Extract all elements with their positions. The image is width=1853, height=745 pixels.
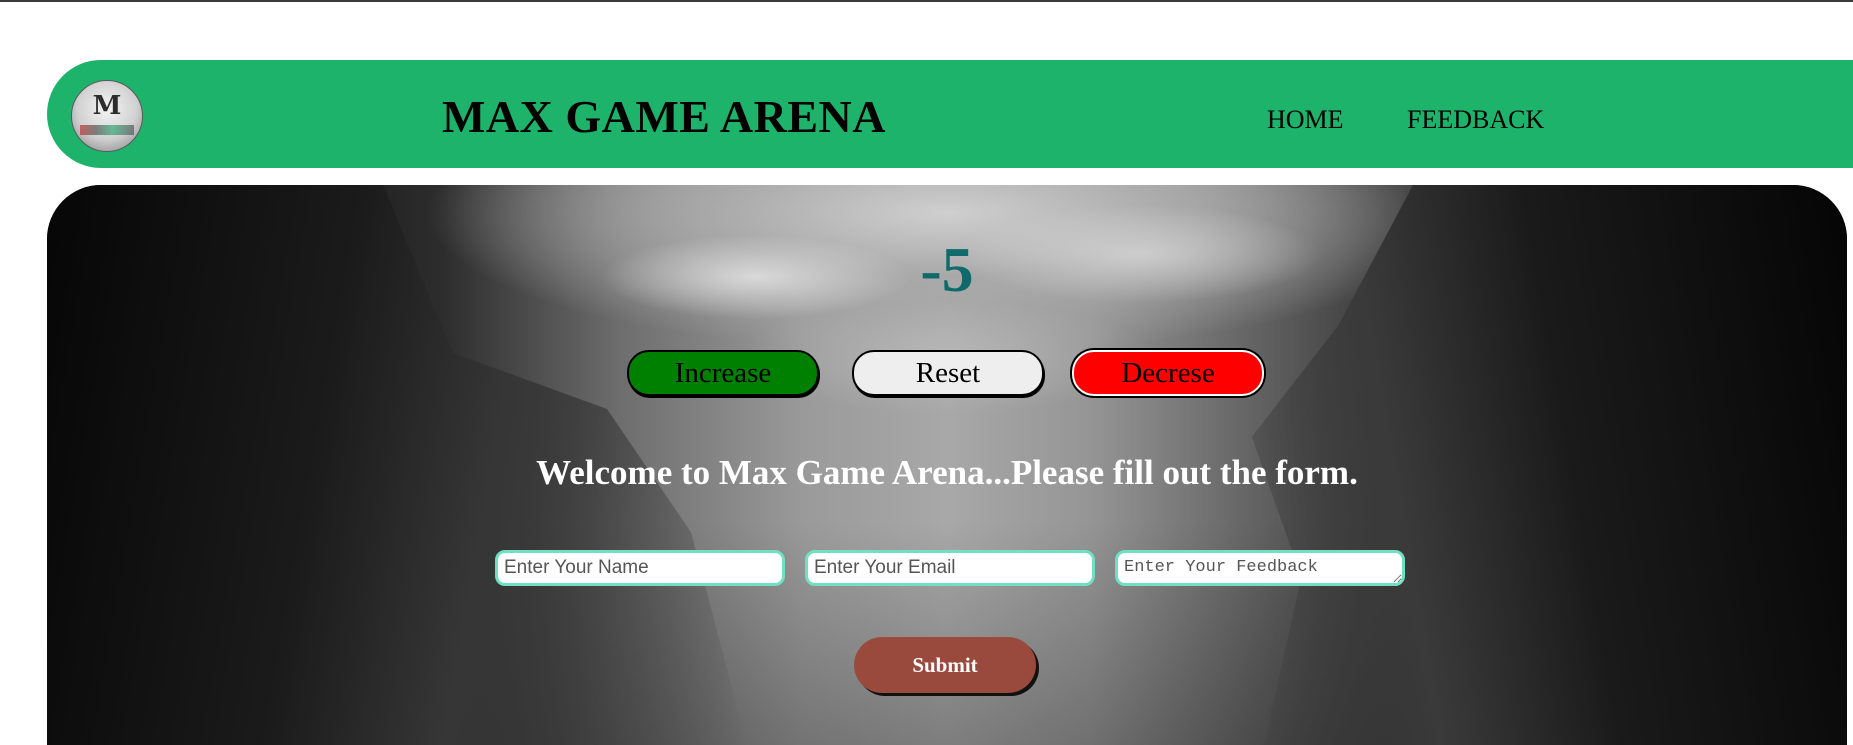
top-border: [0, 0, 1853, 2]
feedback-textarea[interactable]: [1115, 550, 1405, 586]
site-title: MAX GAME ARENA: [442, 91, 886, 142]
submit-button[interactable]: Submit: [854, 637, 1036, 693]
counter-controls: Increase Reset Decrese: [47, 350, 1847, 396]
reset-button[interactable]: Reset: [852, 350, 1044, 396]
counter-value: -5: [920, 234, 974, 305]
email-input[interactable]: [805, 550, 1095, 586]
nav-feedback-link[interactable]: FEEDBACK: [1407, 105, 1544, 135]
decrease-button[interactable]: Decrese: [1072, 350, 1264, 396]
hero-section: -5 Increase Reset Decrese Welcome to Max…: [47, 185, 1847, 745]
logo-icon[interactable]: M: [71, 80, 143, 152]
increase-button[interactable]: Increase: [627, 350, 819, 396]
name-input[interactable]: [495, 550, 785, 586]
logo-strip: [80, 125, 134, 135]
logo-mark: M: [92, 91, 122, 121]
nav-home-link[interactable]: HOME: [1267, 105, 1344, 135]
form-heading: Welcome to Max Game Arena...Please fill …: [536, 453, 1358, 492]
navbar: M MAX GAME ARENA HOME FEEDBACK: [47, 60, 1853, 168]
